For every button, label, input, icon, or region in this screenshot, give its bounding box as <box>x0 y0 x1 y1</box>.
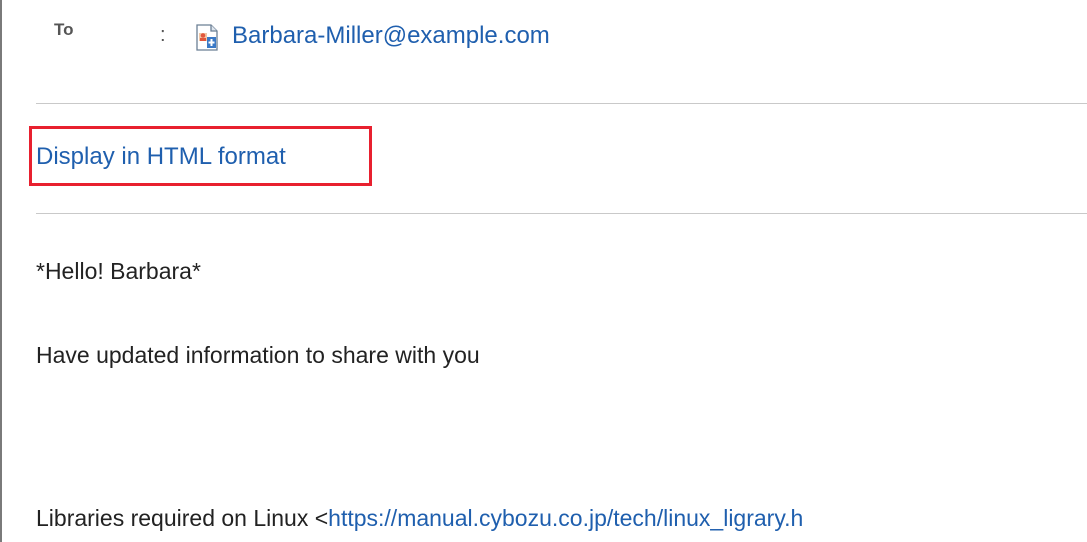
to-separator: : <box>160 24 166 46</box>
recipient-email-link[interactable]: Barbara-Miller@example.com <box>232 22 550 50</box>
recipient-row: To : Barbara-Miller@example.com <box>2 0 1087 80</box>
message-greeting: *Hello! Barbara* <box>36 258 201 284</box>
libraries-prefix: Libraries required on Linux < <box>36 505 329 531</box>
to-label: To <box>54 20 74 39</box>
display-html-format-link[interactable]: Display in HTML format <box>36 143 286 171</box>
contact-card-icon[interactable] <box>195 24 219 51</box>
body-divider <box>36 213 1087 214</box>
libraries-url-link[interactable]: https://manual.cybozu.co.jp/tech/linux_l… <box>328 505 803 531</box>
message-info-line: Have updated information to share with y… <box>36 342 480 368</box>
message-libraries-line: Libraries required on Linux <https://man… <box>36 505 803 532</box>
header-divider <box>36 103 1087 104</box>
email-view: To : Barbara-Miller@example.com Display … <box>0 0 1087 542</box>
